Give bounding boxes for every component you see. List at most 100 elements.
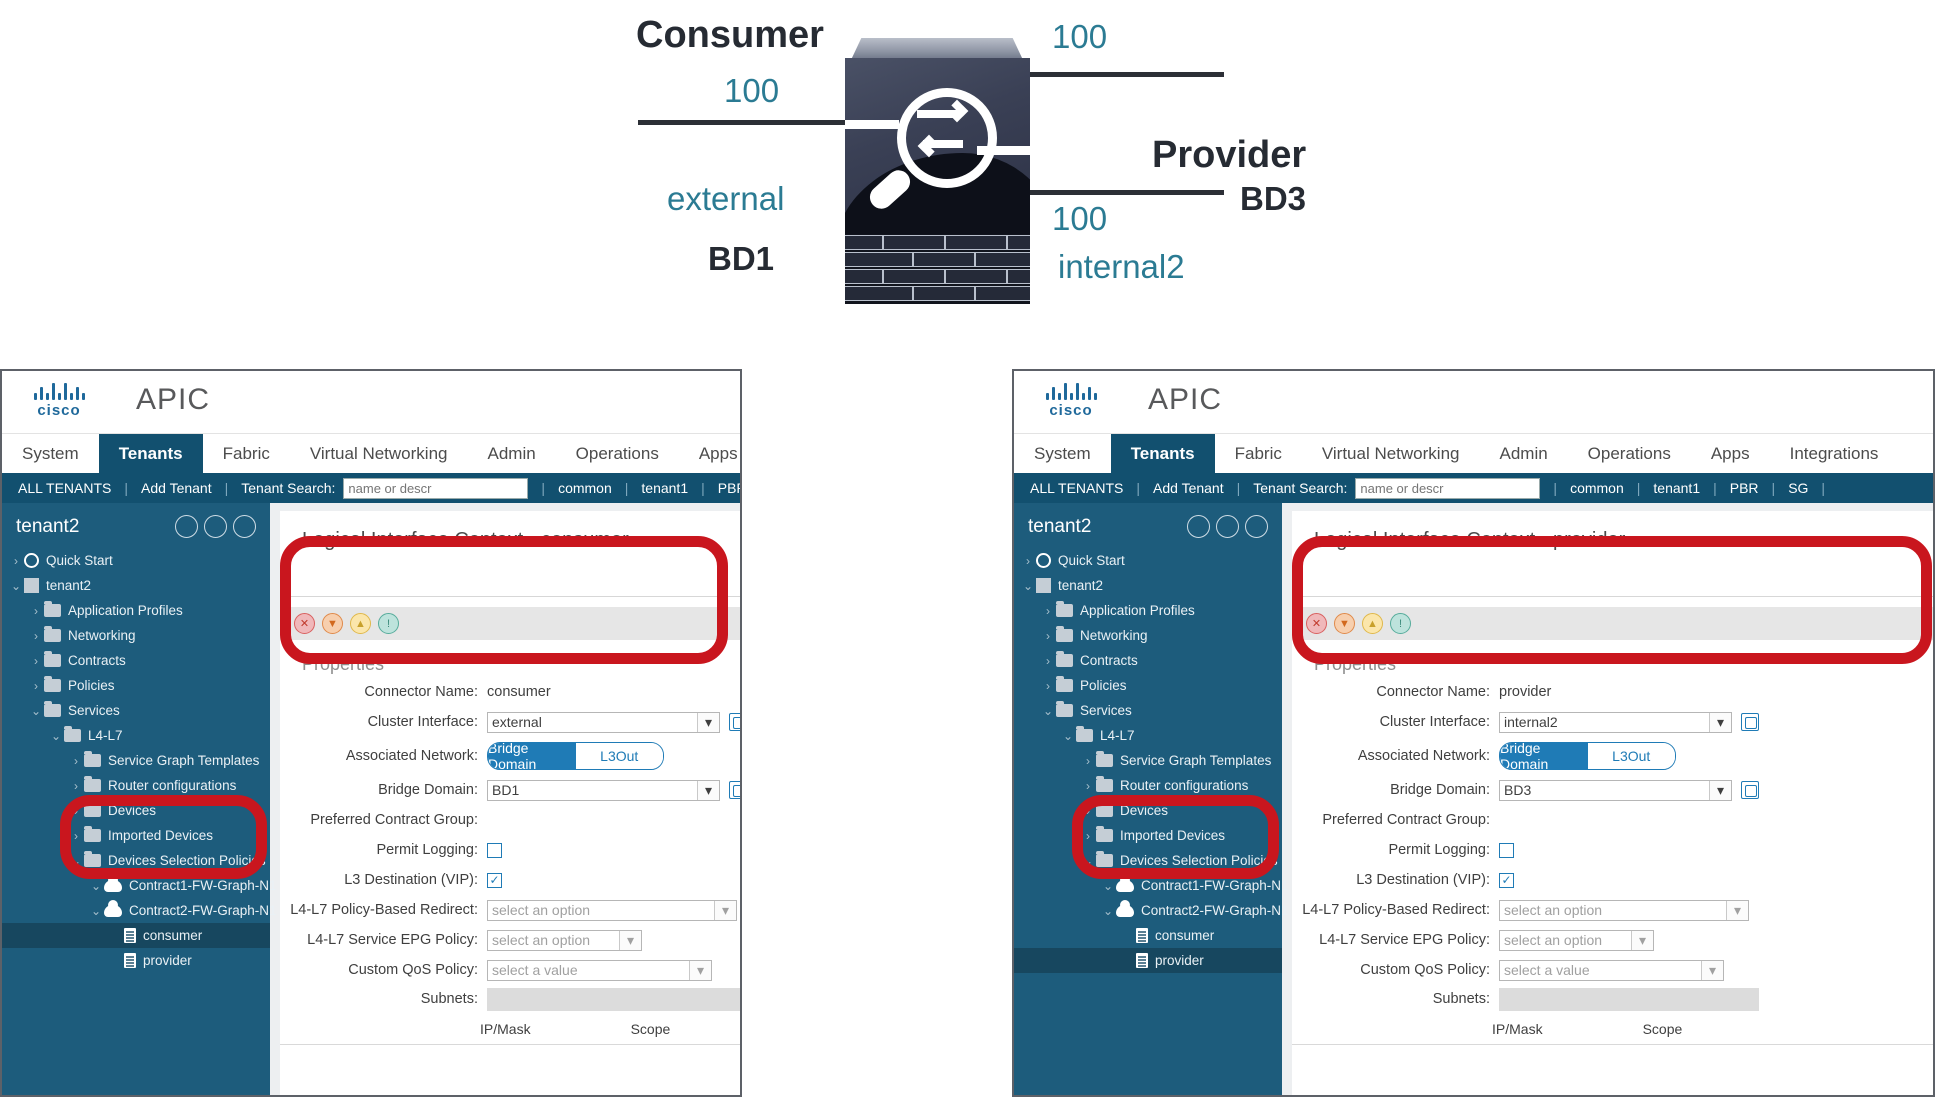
toggle-l3out[interactable]: L3Out — [1587, 743, 1675, 769]
nav-tab-fabric[interactable]: Fabric — [1215, 434, 1302, 473]
tree-node-quick-start[interactable]: › Quick Start — [1014, 548, 1282, 573]
permit-logging-checkbox[interactable] — [1499, 842, 1514, 858]
quick-tenant-common[interactable]: common — [558, 480, 612, 496]
nav-tab-virtual-networking[interactable]: Virtual Networking — [1302, 434, 1480, 473]
tree-node-provider[interactable]: provider — [1014, 948, 1282, 973]
chevron-right-icon[interactable]: › — [68, 754, 84, 768]
quick-tenant-pbr[interactable]: PBR — [718, 480, 740, 496]
quick-tenant-tenant1[interactable]: tenant1 — [1653, 480, 1700, 496]
chevron-right-icon[interactable]: › — [28, 604, 44, 618]
tree-node-contract2-fw-graph-n1[interactable]: ⌄ Contract2-FW-Graph-N1 — [1014, 898, 1289, 923]
bridge-domain-select[interactable]: BD3 ▾ — [1499, 779, 1732, 801]
minor-fault-icon[interactable]: ▲ — [1362, 613, 1383, 634]
copy-icon[interactable] — [729, 781, 740, 799]
chevron-down-icon[interactable]: ▾ — [697, 780, 719, 800]
associated-network-toggle[interactable]: Bridge Domain L3Out — [487, 742, 664, 770]
nav-tab-apps[interactable]: Apps — [1691, 434, 1770, 473]
quick-tenant-common[interactable]: common — [1570, 480, 1624, 496]
tree-node-contract1-fw-graph-n1[interactable]: ⌄ Contract1-FW-Graph-N1 — [2, 873, 277, 898]
chevron-right-icon[interactable]: › — [28, 654, 44, 668]
minor-fault-icon[interactable]: ▲ — [350, 613, 371, 634]
toggle-bridge-domain[interactable]: Bridge Domain — [488, 743, 576, 769]
tree-node-application-profiles[interactable]: › Application Profiles — [1014, 598, 1282, 623]
collapse-icon[interactable] — [175, 515, 198, 538]
chevron-right-icon[interactable]: › — [8, 554, 24, 568]
filter-icon[interactable] — [204, 515, 227, 538]
warning-fault-icon[interactable]: ! — [1390, 613, 1411, 634]
chevron-right-icon[interactable]: › — [68, 829, 84, 843]
tree-node-consumer[interactable]: consumer — [1014, 923, 1282, 948]
nav-tab-integrations[interactable]: Integrations — [1770, 434, 1899, 473]
chevron-right-icon[interactable]: › — [28, 679, 44, 693]
chevron-down-icon[interactable]: ⌄ — [48, 729, 64, 743]
custom-qos-select[interactable]: select a value ▾ — [1499, 959, 1724, 981]
tree-node-service-graph-templates[interactable]: › Service Graph Templates — [2, 748, 270, 773]
chevron-down-icon[interactable]: ▾ — [1709, 712, 1731, 732]
tree-node-provider[interactable]: provider — [2, 948, 270, 973]
major-fault-icon[interactable]: ▼ — [1334, 613, 1355, 634]
chevron-down-icon[interactable]: ⌄ — [1060, 729, 1076, 743]
associated-network-toggle[interactable]: Bridge Domain L3Out — [1499, 742, 1676, 770]
tree-node-service-graph-templates[interactable]: › Service Graph Templates — [1014, 748, 1282, 773]
chevron-right-icon[interactable]: › — [28, 629, 44, 643]
chevron-down-icon[interactable]: ⌄ — [1100, 879, 1116, 893]
l3-destination-checkbox[interactable]: ✓ — [487, 872, 502, 888]
all-tenants-link[interactable]: ALL TENANTS — [18, 480, 111, 496]
chevron-down-icon[interactable]: ▾ — [1631, 930, 1653, 950]
chevron-down-icon[interactable]: ▾ — [619, 930, 641, 950]
tree-node-contract1-fw-graph-n1[interactable]: ⌄ Contract1-FW-Graph-N1 — [1014, 873, 1289, 898]
custom-qos-select[interactable]: select a value ▾ — [487, 959, 712, 981]
permit-logging-checkbox[interactable] — [487, 842, 502, 858]
chevron-right-icon[interactable]: › — [68, 779, 84, 793]
warning-fault-icon[interactable]: ! — [378, 613, 399, 634]
chevron-down-icon[interactable]: ⌄ — [68, 854, 84, 868]
tree-node-services[interactable]: ⌄ Services — [2, 698, 270, 723]
critical-fault-icon[interactable]: ✕ — [294, 613, 315, 634]
chevron-down-icon[interactable]: ⌄ — [8, 579, 24, 593]
nav-tab-system[interactable]: System — [1014, 434, 1111, 473]
chevron-down-icon[interactable]: ⌄ — [88, 904, 104, 918]
chevron-down-icon[interactable]: ⌄ — [1040, 704, 1056, 718]
add-tenant-link[interactable]: Add Tenant — [1153, 480, 1224, 496]
chevron-right-icon[interactable]: › — [1040, 679, 1056, 693]
tree-node-networking[interactable]: › Networking — [2, 623, 270, 648]
bridge-domain-select[interactable]: BD1 ▾ — [487, 779, 720, 801]
tree-node-imported-devices[interactable]: › Imported Devices — [2, 823, 270, 848]
service-epg-select[interactable]: select an option ▾ — [1499, 929, 1654, 951]
nav-tab-fabric[interactable]: Fabric — [203, 434, 290, 473]
chevron-down-icon[interactable]: ▾ — [697, 712, 719, 732]
nav-tab-admin[interactable]: Admin — [1479, 434, 1567, 473]
tree-node-application-profiles[interactable]: › Application Profiles — [2, 598, 270, 623]
copy-icon[interactable] — [1741, 713, 1759, 731]
chevron-right-icon[interactable]: › — [1040, 654, 1056, 668]
nav-tab-admin[interactable]: Admin — [467, 434, 555, 473]
tree-node-devices-selection-policies[interactable]: ⌄ Devices Selection Policies — [1014, 848, 1282, 873]
tree-node-devices[interactable]: › Devices — [1014, 798, 1282, 823]
tree-node-contract2-fw-graph-n1[interactable]: ⌄ Contract2-FW-Graph-N1 — [2, 898, 277, 923]
chevron-right-icon[interactable]: › — [1040, 629, 1056, 643]
nav-tab-operations[interactable]: Operations — [1568, 434, 1691, 473]
copy-icon[interactable] — [729, 713, 740, 731]
chevron-down-icon[interactable]: ⌄ — [1100, 904, 1116, 918]
chevron-right-icon[interactable]: › — [1080, 754, 1096, 768]
tree-node-networking[interactable]: › Networking — [1014, 623, 1282, 648]
cluster-interface-select[interactable]: external ▾ — [487, 711, 720, 733]
tree-node-tenant2[interactable]: ⌄ tenant2 — [2, 573, 270, 598]
tree-node-contracts[interactable]: › Contracts — [1014, 648, 1282, 673]
chevron-right-icon[interactable]: › — [1020, 554, 1036, 568]
nav-tab-apps[interactable]: Apps — [679, 434, 740, 473]
chevron-right-icon[interactable]: › — [1040, 604, 1056, 618]
tree-node-l4-l7[interactable]: ⌄ L4-L7 — [2, 723, 270, 748]
chevron-down-icon[interactable]: ▾ — [1701, 960, 1723, 980]
chevron-down-icon[interactable]: ▾ — [689, 960, 711, 980]
tree-node-policies[interactable]: › Policies — [2, 673, 270, 698]
tree-node-tenant2[interactable]: ⌄ tenant2 — [1014, 573, 1282, 598]
tree-node-policies[interactable]: › Policies — [1014, 673, 1282, 698]
chevron-right-icon[interactable]: › — [1080, 804, 1096, 818]
tree-node-devices[interactable]: › Devices — [2, 798, 270, 823]
tree-node-contracts[interactable]: › Contracts — [2, 648, 270, 673]
chevron-down-icon[interactable]: ▾ — [1726, 900, 1748, 920]
tree-node-l4-l7[interactable]: ⌄ L4-L7 — [1014, 723, 1282, 748]
nav-tab-tenants[interactable]: Tenants — [1110, 434, 1215, 473]
pbr-select[interactable]: select an option ▾ — [1499, 899, 1749, 921]
